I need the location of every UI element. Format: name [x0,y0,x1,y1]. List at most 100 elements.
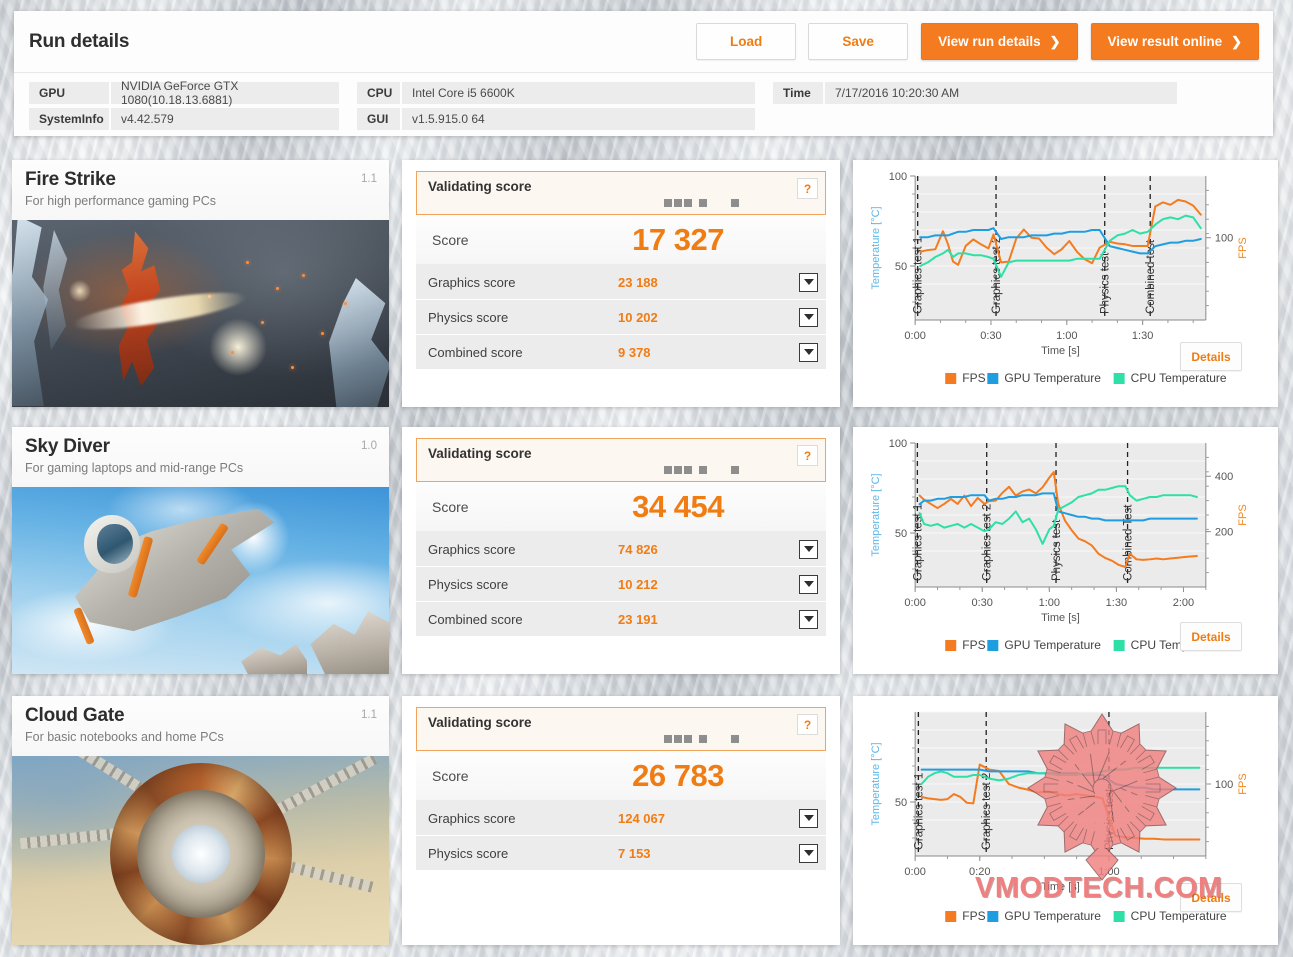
expand-physics-score-button[interactable] [799,575,818,594]
svg-text:CPU Temperature: CPU Temperature [1131,371,1227,385]
sub-score-value: 7 153 [618,846,799,861]
help-icon[interactable]: ? [797,178,818,199]
svg-text:Temperature [°C]: Temperature [°C] [870,473,882,556]
svg-text:FPS: FPS [1237,237,1249,258]
svg-text:Temperature [°C]: Temperature [°C] [870,206,882,289]
svg-text:400: 400 [1215,471,1233,483]
expand-combined-score-button[interactable] [799,610,818,629]
loader-dot [684,466,692,474]
total-score-value: 17 327 [632,222,816,258]
sub-score-row-physics: Physics score 10 212 [416,567,826,602]
svg-text:200: 200 [1215,527,1233,539]
gate-core-light [172,825,230,883]
details-button-fire-strike[interactable]: Details [1180,342,1242,371]
chevron-down-icon [804,349,814,355]
benchmark-version: 1.1 [361,705,377,721]
ember-particle [321,332,324,335]
svg-text:Graphics test 2: Graphics test 2 [981,773,993,850]
load-button-label: Load [730,34,762,49]
details-button-cloud-gate[interactable]: Details [1180,883,1242,912]
total-score-label: Score [432,232,632,248]
validating-score-label: Validating score [428,179,815,194]
info-key-gui: GUI [357,108,400,130]
info-value-systeminfo: v4.42.579 [111,108,339,130]
chart-panel-fire-strike: 501001000:000:301:001:30Time [s]Temperat… [853,160,1278,407]
expand-graphics-score-button[interactable] [799,273,818,292]
loader-dot [674,735,682,743]
svg-text:1:30: 1:30 [1132,330,1153,342]
details-button-sky-diver[interactable]: Details [1180,622,1242,651]
svg-text:0:00: 0:00 [904,597,925,609]
info-key-time: Time [773,82,823,104]
svg-text:50: 50 [895,261,907,273]
benchmark-name: Sky Diver [25,436,361,458]
svg-text:1:30: 1:30 [1106,597,1127,609]
loader-dot [674,199,682,207]
svg-text:Temperature [°C]: Temperature [°C] [870,742,882,825]
loading-indicator [664,735,739,743]
benchmark-name: Cloud Gate [25,705,361,727]
loader-dot [731,466,739,474]
sub-score-label: Physics score [428,577,618,592]
total-score-value: 34 454 [632,489,816,525]
total-score-row: Score 34 454 [416,482,826,532]
benchmark-row-cloud-gate: Cloud Gate For basic notebooks and home … [12,696,1278,945]
benchmark-thumbnail-fire-strike [12,220,389,407]
svg-text:FPS: FPS [962,638,985,652]
chevron-down-icon [804,850,814,856]
details-button-label: Details [1191,350,1230,364]
info-row-time: Time 7/17/2016 10:20:30 AM [773,82,1177,104]
save-button[interactable]: Save [808,23,908,60]
benchmark-thumbnail-cloud-gate [12,756,389,945]
svg-text:GPU Temperature: GPU Temperature [1004,638,1101,652]
info-row-gui: GUI v1.5.915.0 64 [357,108,755,130]
svg-text:GPU Temperature: GPU Temperature [1004,371,1101,385]
chart-panel-cloud-gate: 501000:000:201:00Time [s]Temperature [°C… [853,696,1278,945]
validating-score-banner: Validating score ? [416,438,826,482]
expand-graphics-score-button[interactable] [799,809,818,828]
expand-physics-score-button[interactable] [799,844,818,863]
rock-formation [299,602,389,674]
info-row-cpu: CPU Intel Core i5 6600K [357,82,755,104]
expand-graphics-score-button[interactable] [799,540,818,559]
sub-score-row-combined: Combined score 23 191 [416,602,826,637]
svg-text:Graphics test 1: Graphics test 1 [912,504,924,581]
benchmark-header-fire-strike: Fire Strike For high performance gaming … [12,160,389,220]
info-key-gpu: GPU [29,82,109,104]
loader-dot [684,199,692,207]
info-row-gpu: GPU NVIDIA GeForce GTX 1080(10.18.13.688… [29,82,339,104]
svg-text:0:00: 0:00 [904,330,925,342]
svg-text:Time [s]: Time [s] [1041,612,1080,624]
view-run-details-button[interactable]: View run details ❯ [921,23,1077,60]
total-score-row: Score 26 783 [416,751,826,801]
info-value-time: 7/17/2016 10:20:30 AM [825,82,1177,104]
loading-indicator [664,466,739,474]
run-details-body: GPU NVIDIA GeForce GTX 1080(10.18.13.688… [14,73,1273,130]
benchmark-row-sky-diver: Sky Diver For gaming laptops and mid-ran… [12,427,1278,674]
chevron-right-icon: ❯ [1231,34,1242,50]
ember-particle [291,366,294,369]
loading-indicator [664,199,739,207]
benchmark-card-sky-diver: Sky Diver For gaming laptops and mid-ran… [12,427,389,674]
loader-dot [699,199,707,207]
load-button[interactable]: Load [696,23,796,60]
sub-score-row-graphics: Graphics score 74 826 [416,532,826,567]
total-score-value: 26 783 [632,758,816,794]
loader-dot [684,735,692,743]
sub-score-label: Graphics score [428,542,618,557]
help-icon[interactable]: ? [797,445,818,466]
help-icon[interactable]: ? [797,714,818,735]
details-button-label: Details [1191,891,1230,905]
expand-physics-score-button[interactable] [799,308,818,327]
view-result-online-button[interactable]: View result online ❯ [1091,23,1259,60]
run-details-header: Run details Load Save View run details ❯… [14,11,1273,73]
loader-dot [664,466,672,474]
chevron-down-icon [804,279,814,285]
expand-combined-score-button[interactable] [799,343,818,362]
ice-crystal-decoration [42,230,72,350]
score-panel-sky-diver: Validating score ? Score 34 454 Graphics… [402,427,840,674]
chevron-down-icon [804,616,814,622]
svg-text:2:00: 2:00 [1173,597,1194,609]
info-group-time: Time 7/17/2016 10:20:30 AM [773,82,1177,130]
sub-score-label: Physics score [428,846,618,861]
